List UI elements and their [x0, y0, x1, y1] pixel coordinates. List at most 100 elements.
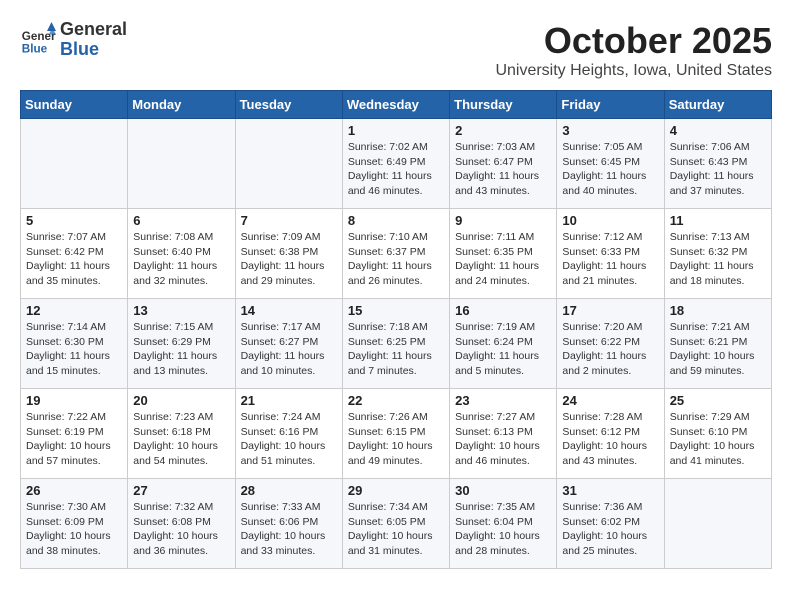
week-row-5: 26Sunrise: 7:30 AM Sunset: 6:09 PM Dayli… — [21, 479, 772, 569]
calendar-cell: 28 Sunrise: 7:33 AM Sunset: 6:06 PM Dayli… — [235, 479, 342, 569]
day-info: Sunrise: 7:15 AM Sunset: 6:29 PM Dayligh… — [133, 320, 229, 379]
day-info: Sunrise: 7:21 AM Sunset: 6:21 PM Dayligh… — [670, 320, 766, 379]
day-info: Sunrise: 7:17 AM Sunset: 6:27 PM Dayligh… — [241, 320, 337, 379]
day-number: 26 — [26, 483, 122, 498]
day-info: Sunrise: 7:06 AM Sunset: 6:43 PM Dayligh… — [670, 140, 766, 199]
calendar-cell: 26Sunrise: 7:30 AM Sunset: 6:09 PM Dayli… — [21, 479, 128, 569]
logo-blue-text: Blue — [60, 39, 99, 59]
calendar-cell: 4 Sunrise: 7:06 AM Sunset: 6:43 PM Daylig… — [664, 119, 771, 209]
day-number: 11 — [670, 213, 766, 228]
day-info: Sunrise: 7:09 AM Sunset: 6:38 PM Dayligh… — [241, 230, 337, 289]
calendar-cell: 31 Sunrise: 7:36 AM Sunset: 6:02 PM Dayli… — [557, 479, 664, 569]
week-row-1: 1Sunrise: 7:02 AM Sunset: 6:49 PM Daylig… — [21, 119, 772, 209]
day-number: 21 — [241, 393, 337, 408]
header-monday: Monday — [128, 91, 235, 119]
day-info: Sunrise: 7:28 AM Sunset: 6:12 PM Dayligh… — [562, 410, 658, 469]
calendar-cell: 15Sunrise: 7:18 AM Sunset: 6:25 PM Dayli… — [342, 299, 449, 389]
day-number: 1 — [348, 123, 444, 138]
day-info: Sunrise: 7:26 AM Sunset: 6:15 PM Dayligh… — [348, 410, 444, 469]
logo-icon: General Blue — [20, 22, 56, 58]
calendar-cell: 21 Sunrise: 7:24 AM Sunset: 6:16 PM Dayli… — [235, 389, 342, 479]
logo-general-text: General — [60, 19, 127, 39]
day-info: Sunrise: 7:29 AM Sunset: 6:10 PM Dayligh… — [670, 410, 766, 469]
day-number: 12 — [26, 303, 122, 318]
header-thursday: Thursday — [450, 91, 557, 119]
day-info: Sunrise: 7:35 AM Sunset: 6:04 PM Dayligh… — [455, 500, 551, 559]
calendar-cell: 9Sunrise: 7:11 AM Sunset: 6:35 PM Daylig… — [450, 209, 557, 299]
day-number: 25 — [670, 393, 766, 408]
calendar-cell — [235, 119, 342, 209]
header-row: SundayMondayTuesdayWednesdayThursdayFrid… — [21, 91, 772, 119]
day-info: Sunrise: 7:18 AM Sunset: 6:25 PM Dayligh… — [348, 320, 444, 379]
calendar-cell: 18 Sunrise: 7:21 AM Sunset: 6:21 PM Dayli… — [664, 299, 771, 389]
day-number: 16 — [455, 303, 551, 318]
day-number: 28 — [241, 483, 337, 498]
day-number: 4 — [670, 123, 766, 138]
calendar-cell: 6Sunrise: 7:08 AM Sunset: 6:40 PM Daylig… — [128, 209, 235, 299]
calendar-cell: 13 Sunrise: 7:15 AM Sunset: 6:29 PM Dayli… — [128, 299, 235, 389]
logo: General Blue General Blue — [20, 20, 127, 60]
calendar-cell: 27Sunrise: 7:32 AM Sunset: 6:08 PM Dayli… — [128, 479, 235, 569]
day-info: Sunrise: 7:36 AM Sunset: 6:02 PM Dayligh… — [562, 500, 658, 559]
svg-text:Blue: Blue — [22, 42, 48, 55]
day-number: 29 — [348, 483, 444, 498]
day-info: Sunrise: 7:14 AM Sunset: 6:30 PM Dayligh… — [26, 320, 122, 379]
day-number: 27 — [133, 483, 229, 498]
location-text: University Heights, Iowa, United States — [495, 62, 772, 80]
day-number: 22 — [348, 393, 444, 408]
day-number: 5 — [26, 213, 122, 228]
calendar-body: 1Sunrise: 7:02 AM Sunset: 6:49 PM Daylig… — [21, 119, 772, 569]
calendar-cell — [21, 119, 128, 209]
day-info: Sunrise: 7:24 AM Sunset: 6:16 PM Dayligh… — [241, 410, 337, 469]
calendar-cell: 25 Sunrise: 7:29 AM Sunset: 6:10 PM Dayli… — [664, 389, 771, 479]
day-info: Sunrise: 7:22 AM Sunset: 6:19 PM Dayligh… — [26, 410, 122, 469]
day-number: 9 — [455, 213, 551, 228]
day-number: 24 — [562, 393, 658, 408]
calendar-cell: 24 Sunrise: 7:28 AM Sunset: 6:12 PM Dayli… — [557, 389, 664, 479]
day-info: Sunrise: 7:03 AM Sunset: 6:47 PM Dayligh… — [455, 140, 551, 199]
day-number: 13 — [133, 303, 229, 318]
calendar-cell: 3 Sunrise: 7:05 AM Sunset: 6:45 PM Daylig… — [557, 119, 664, 209]
day-info: Sunrise: 7:07 AM Sunset: 6:42 PM Dayligh… — [26, 230, 122, 289]
day-number: 18 — [670, 303, 766, 318]
calendar-cell: 8Sunrise: 7:10 AM Sunset: 6:37 PM Daylig… — [342, 209, 449, 299]
day-info: Sunrise: 7:33 AM Sunset: 6:06 PM Dayligh… — [241, 500, 337, 559]
calendar-cell: 20Sunrise: 7:23 AM Sunset: 6:18 PM Dayli… — [128, 389, 235, 479]
day-info: Sunrise: 7:19 AM Sunset: 6:24 PM Dayligh… — [455, 320, 551, 379]
day-info: Sunrise: 7:08 AM Sunset: 6:40 PM Dayligh… — [133, 230, 229, 289]
calendar-cell: 5 Sunrise: 7:07 AM Sunset: 6:42 PM Daylig… — [21, 209, 128, 299]
calendar-cell: 22 Sunrise: 7:26 AM Sunset: 6:15 PM Dayli… — [342, 389, 449, 479]
day-info: Sunrise: 7:12 AM Sunset: 6:33 PM Dayligh… — [562, 230, 658, 289]
calendar-cell: 2 Sunrise: 7:03 AM Sunset: 6:47 PM Daylig… — [450, 119, 557, 209]
day-info: Sunrise: 7:34 AM Sunset: 6:05 PM Dayligh… — [348, 500, 444, 559]
day-number: 7 — [241, 213, 337, 228]
month-title: October 2025 — [495, 20, 772, 62]
day-info: Sunrise: 7:10 AM Sunset: 6:37 PM Dayligh… — [348, 230, 444, 289]
day-info: Sunrise: 7:27 AM Sunset: 6:13 PM Dayligh… — [455, 410, 551, 469]
header-wednesday: Wednesday — [342, 91, 449, 119]
calendar-cell: 14Sunrise: 7:17 AM Sunset: 6:27 PM Dayli… — [235, 299, 342, 389]
calendar-cell: 1Sunrise: 7:02 AM Sunset: 6:49 PM Daylig… — [342, 119, 449, 209]
day-number: 31 — [562, 483, 658, 498]
day-number: 19 — [26, 393, 122, 408]
day-info: Sunrise: 7:20 AM Sunset: 6:22 PM Dayligh… — [562, 320, 658, 379]
calendar-cell: 30 Sunrise: 7:35 AM Sunset: 6:04 PM Dayli… — [450, 479, 557, 569]
day-number: 17 — [562, 303, 658, 318]
calendar-cell: 11Sunrise: 7:13 AM Sunset: 6:32 PM Dayli… — [664, 209, 771, 299]
week-row-3: 12 Sunrise: 7:14 AM Sunset: 6:30 PM Dayli… — [21, 299, 772, 389]
header-sunday: Sunday — [21, 91, 128, 119]
week-row-4: 19 Sunrise: 7:22 AM Sunset: 6:19 PM Dayli… — [21, 389, 772, 479]
day-info: Sunrise: 7:05 AM Sunset: 6:45 PM Dayligh… — [562, 140, 658, 199]
day-number: 3 — [562, 123, 658, 138]
calendar-cell: 19 Sunrise: 7:22 AM Sunset: 6:19 PM Dayli… — [21, 389, 128, 479]
header-saturday: Saturday — [664, 91, 771, 119]
calendar-cell: 12 Sunrise: 7:14 AM Sunset: 6:30 PM Dayli… — [21, 299, 128, 389]
day-number: 30 — [455, 483, 551, 498]
calendar-cell — [664, 479, 771, 569]
calendar-cell: 23Sunrise: 7:27 AM Sunset: 6:13 PM Dayli… — [450, 389, 557, 479]
day-number: 2 — [455, 123, 551, 138]
calendar-cell: 10Sunrise: 7:12 AM Sunset: 6:33 PM Dayli… — [557, 209, 664, 299]
page-header: General Blue General Blue October 2025 U… — [20, 20, 772, 80]
header-friday: Friday — [557, 91, 664, 119]
day-info: Sunrise: 7:23 AM Sunset: 6:18 PM Dayligh… — [133, 410, 229, 469]
